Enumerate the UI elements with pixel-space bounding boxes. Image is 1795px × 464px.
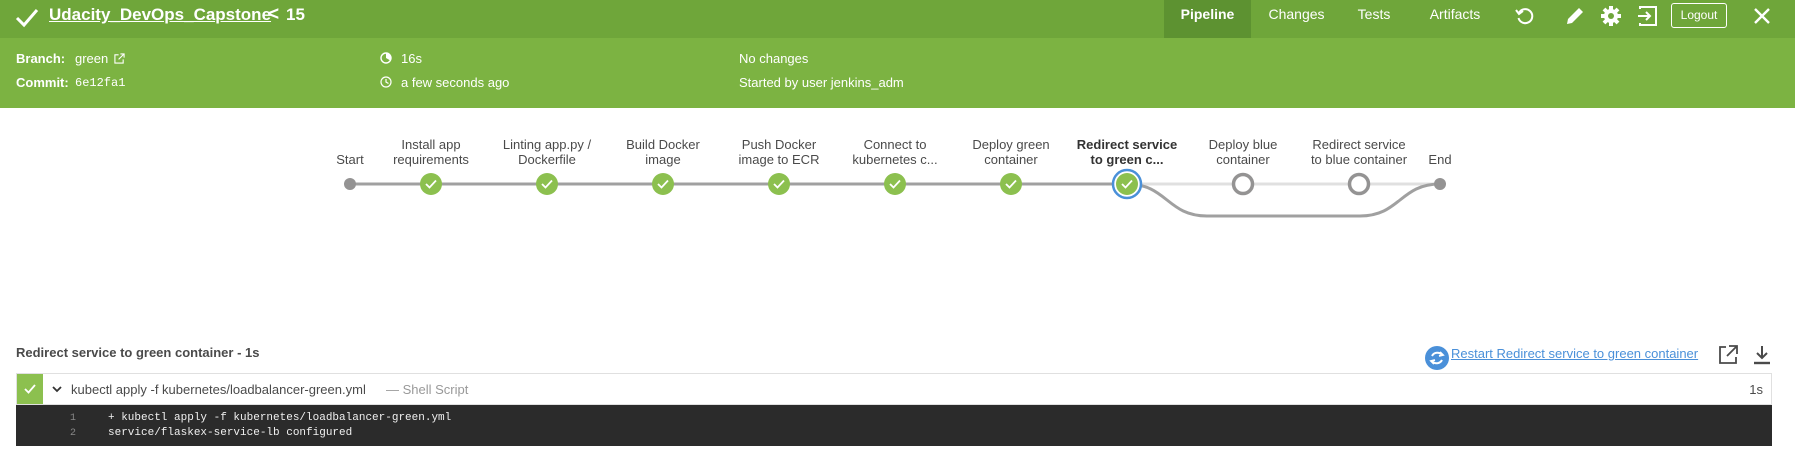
step-row[interactable]: kubectl apply -f kubernetes/loadbalancer…: [16, 373, 1772, 405]
stage-label[interactable]: Deploy green container: [951, 137, 1071, 167]
duration-icon: [380, 52, 392, 64]
tab-pipeline[interactable]: Pipeline: [1164, 0, 1251, 38]
log-line: service/flaskex-service-lb configured: [108, 427, 353, 439]
run-info-bar: Branch: green Commit: 6e12fa1 16s a few …: [0, 38, 1795, 108]
stage-label[interactable]: Linting app.py / Dockerfile: [487, 137, 607, 167]
stage-label[interactable]: Build Docker image: [603, 137, 723, 167]
end-label: End: [1428, 152, 1452, 167]
step-command: kubectl apply -f kubernetes/loadbalancer…: [71, 382, 366, 397]
restart-stage-icon[interactable]: [1423, 344, 1451, 372]
stage-label-line: kubernetes c...: [852, 152, 938, 167]
stage-label-line: Push Docker: [741, 137, 817, 152]
pipeline-graph: Install app requirements Linting app.py / D…: [0, 108, 1795, 308]
top-bar: Udacity_DevOps_Capstone < 15 Pipeline Ch…: [0, 0, 1795, 38]
logout-button[interactable]: Logout: [1671, 3, 1727, 28]
run-chevron: <: [268, 4, 280, 25]
time-ago: a few seconds ago: [401, 75, 510, 90]
start-label: Start: [336, 152, 364, 167]
tab-artifacts[interactable]: Artifacts: [1420, 0, 1490, 38]
stage-label-line: Linting app.py /: [502, 137, 592, 152]
stage-label-line: Deploy green: [972, 137, 1050, 152]
stage-label-line: Connect to: [863, 137, 927, 152]
commit-label: Commit:: [16, 75, 69, 90]
changes-summary: No changes: [739, 51, 809, 66]
stage-label[interactable]: Deploy blue container: [1183, 137, 1303, 167]
tab-changes[interactable]: Changes: [1260, 0, 1333, 38]
success-check-icon: [15, 9, 39, 28]
console-log: 1 + kubectl apply -f kubernetes/loadbala…: [16, 405, 1772, 446]
stage-label-line: image to ECR: [738, 152, 820, 167]
clock-icon: [380, 76, 392, 88]
chevron-down-icon[interactable]: [50, 382, 64, 396]
step-title: Redirect service to green container - 1s: [16, 345, 260, 360]
exit-icon[interactable]: [1636, 4, 1660, 28]
download-icon[interactable]: [1751, 344, 1773, 366]
stage-node[interactable]: [1231, 172, 1255, 196]
edit-icon[interactable]: [1563, 4, 1587, 28]
stage-node[interactable]: [768, 173, 790, 195]
branch-value[interactable]: green: [75, 51, 108, 66]
stage-label[interactable]: Redirect service to green c...: [1067, 137, 1187, 167]
end-node: [1434, 178, 1446, 190]
step-check-icon: [24, 384, 36, 394]
settings-icon[interactable]: [1599, 4, 1623, 28]
stage-node[interactable]: [652, 173, 674, 195]
tab-tests[interactable]: Tests: [1344, 0, 1404, 38]
stage-node[interactable]: [884, 173, 906, 195]
log-line: + kubectl apply -f kubernetes/loadbalanc…: [108, 412, 452, 424]
commit-value: 6e12fa1: [75, 76, 126, 90]
stage-node[interactable]: [1116, 173, 1138, 195]
stage-node[interactable]: [420, 173, 442, 195]
stage-label-line: Redirect service: [1076, 137, 1178, 152]
stage-label-line: container: [1216, 152, 1270, 167]
pipeline-name-link[interactable]: Udacity_DevOps_Capstone: [49, 5, 271, 25]
close-icon[interactable]: [1750, 4, 1774, 28]
stage-label-line: Install app: [401, 137, 461, 152]
stage-label-line: Deploy blue: [1208, 137, 1278, 152]
stage-label-line: Build Docker: [626, 137, 700, 152]
track-bypass: [1126, 182, 1441, 218]
log-line-number: 1: [69, 413, 76, 424]
stage-node[interactable]: [1000, 173, 1022, 195]
log-line-number: 2: [69, 428, 76, 439]
run-number: 15: [286, 5, 305, 24]
step-duration: 1s: [1749, 382, 1763, 397]
open-in-new-icon[interactable]: [1717, 344, 1739, 366]
step-type: — Shell Script: [386, 382, 469, 397]
start-node: [344, 178, 356, 190]
stage-label-line: Dockerfile: [518, 152, 576, 167]
rerun-icon[interactable]: [1513, 4, 1537, 28]
stage-node[interactable]: [536, 173, 558, 195]
stage-node[interactable]: [1347, 172, 1371, 196]
duration-value: 16s: [401, 51, 422, 66]
stage-label-line: Redirect service: [1312, 137, 1406, 152]
external-link-icon[interactable]: [114, 53, 125, 64]
step-status: [17, 374, 43, 404]
started-by: Started by user jenkins_adm: [739, 75, 904, 90]
stage-label[interactable]: Connect to kubernetes c...: [835, 137, 955, 167]
restart-stage-link[interactable]: Restart Redirect service to green contai…: [1451, 346, 1698, 361]
stage-label-line: image: [645, 152, 681, 167]
stage-label-line: container: [984, 152, 1038, 167]
stage-label-line: to green c...: [1090, 152, 1164, 167]
stage-label[interactable]: Push Docker image to ECR: [719, 137, 839, 167]
branch-label: Branch:: [16, 51, 66, 66]
